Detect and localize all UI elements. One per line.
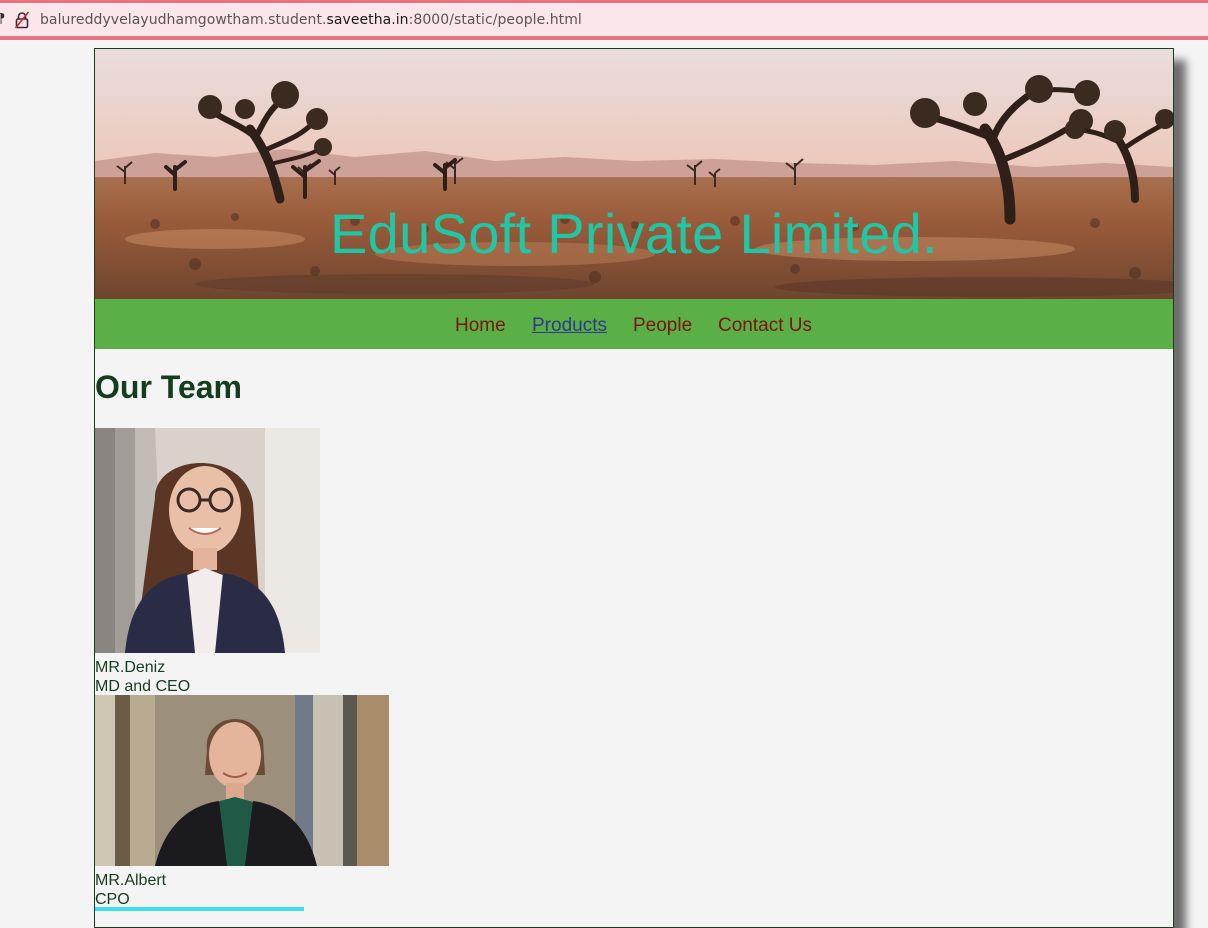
member-name: MR.Albert [95,872,167,889]
nav-link-home[interactable]: Home [455,315,506,337]
url-domain: saveetha.in [326,12,409,28]
member-card: MR.Deniz MD and CEO [95,658,190,696]
next-card-top-edge [95,907,304,911]
nav-link-products[interactable]: Products [532,315,607,337]
url-path: :8000/static/people.html [408,12,582,28]
member-photo [95,428,320,653]
browser-address-bar[interactable]: ⁋ balureddyvelayudhamgowtham.student.sav… [0,0,1208,40]
page-heading: Our Team [95,369,242,405]
site-title: EduSoft Private Limited. [330,202,938,265]
member-card: MR.Albert CPO [95,871,166,909]
main-nav: Home Products People Contact Us [95,299,1173,349]
nav-link-people[interactable]: People [633,315,692,337]
header-banner: EduSoft Private Limited. [95,49,1173,299]
member-role: MD and CEO [95,678,191,695]
member-name: MR.Deniz [95,659,166,676]
toolbar-edge-icon: ⁋ [0,12,5,27]
woman-portrait-image [95,695,389,866]
member-photo [95,695,389,866]
woman-portrait-image [95,428,320,653]
page-container: EduSoft Private Limited. Home Products P… [94,48,1174,928]
insecure-lock-icon[interactable] [15,11,29,29]
url-prefix: balureddyvelayudhamgowtham.student. [40,12,327,28]
url-text[interactable]: balureddyvelayudhamgowtham.student.savee… [40,12,582,28]
nav-link-contact-us[interactable]: Contact Us [718,315,812,337]
